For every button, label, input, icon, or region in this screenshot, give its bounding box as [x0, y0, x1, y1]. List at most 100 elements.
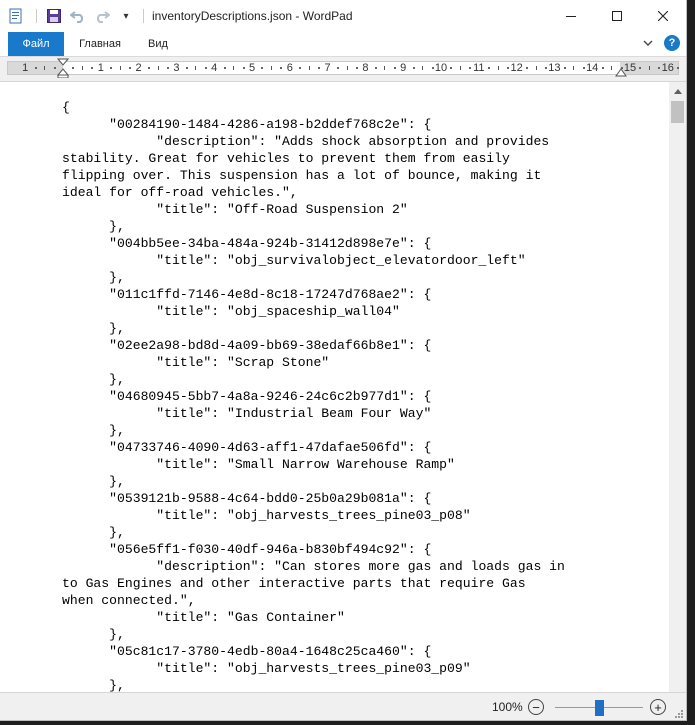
ruler-tick [166, 67, 169, 69]
document-area[interactable]: { "00284190-1484-4286-a198-b2ddef768c2e"… [0, 82, 686, 692]
zoom-slider-thumb[interactable] [594, 700, 604, 716]
document-line: "04733746-4090-4d63-aff1-47dafae506fd": … [62, 440, 432, 455]
document-line: flipping over. This suspension has a lot… [62, 168, 542, 183]
ruler-tick [53, 67, 56, 69]
document-line: "title": "Small Narrow Warehouse Ramp" [62, 457, 455, 472]
ruler-tick [611, 66, 613, 70]
document-line: "05c81c17-3780-4edb-80a4-1648c25ca460": … [62, 644, 432, 659]
first-line-indent-marker[interactable] [57, 58, 69, 78]
ruler-tick [582, 67, 585, 69]
ruler-tick [450, 67, 453, 69]
ruler-label: 10 [434, 62, 448, 74]
document-line: "description": "Can stores more gas and … [62, 559, 565, 574]
ruler-tick [431, 67, 434, 69]
scroll-up-icon [673, 88, 682, 94]
quick-access-toolbar: ▾ [34, 7, 146, 25]
redo-button[interactable] [93, 7, 111, 25]
document-line: "title": "Scrap Stone" [62, 355, 330, 370]
ruler-label: 8 [362, 62, 369, 74]
ruler-tick [110, 67, 113, 69]
document-line: ideal for off-road vehicles.", [62, 185, 298, 200]
ruler-label: 11 [473, 62, 485, 74]
vertical-scrollbar[interactable] [669, 82, 686, 692]
ruler-tick [242, 67, 245, 69]
ruler-tick [195, 66, 197, 70]
document-line: stability. Great for vehicles to prevent… [62, 151, 510, 166]
zoom-level: 100% [492, 700, 523, 714]
ruler-tick [72, 67, 75, 69]
ruler-tick [374, 67, 377, 69]
customize-qat-button[interactable]: ▾ [117, 7, 135, 25]
ribbon-right-controls: ? [642, 35, 680, 51]
document-line: "description": "Adds shock absorption an… [62, 134, 550, 149]
ruler-tick [355, 67, 358, 69]
help-button[interactable]: ? [664, 35, 680, 51]
ruler-tick [488, 67, 491, 69]
wordpad-app-icon[interactable] [8, 8, 24, 24]
desktop-background [687, 0, 695, 725]
resize-grip-icon[interactable] [674, 709, 684, 719]
horizontal-ruler[interactable]: 1 1 2 3 4 5 6 7 8 9 10 11 12 13 14 15 16 [7, 58, 680, 78]
qat-separator [143, 9, 144, 23]
qat-separator [36, 9, 37, 23]
ruler-label: 7 [324, 62, 331, 74]
ruler-label: 1 [22, 62, 29, 74]
ruler-tick [497, 66, 499, 70]
ribbon-collapse-icon[interactable] [642, 37, 654, 49]
ruler-tick [393, 67, 396, 69]
save-button[interactable] [45, 7, 63, 25]
ruler-tick [677, 67, 680, 69]
document-text[interactable]: { "00284190-1484-4286-a198-b2ddef768c2e"… [62, 99, 565, 692]
ruler-tick [81, 66, 83, 70]
ruler-tick [412, 67, 415, 69]
scroll-up-button[interactable] [669, 82, 686, 99]
ruler-tick [119, 66, 121, 70]
window-title: inventoryDescriptions.json - WordPad [152, 9, 353, 23]
tab-home[interactable]: Главная [70, 32, 130, 56]
ruler-tick [280, 67, 283, 69]
scrollbar-thumb[interactable] [671, 101, 684, 123]
ruler-label: 9 [400, 62, 407, 74]
redo-icon [96, 11, 110, 23]
ruler-tick [601, 67, 604, 69]
tab-view[interactable]: Вид [140, 32, 176, 56]
ruler-tick [422, 66, 424, 70]
undo-button[interactable] [69, 7, 87, 25]
document-line: "title": "obj_harvests_trees_pine03_p08" [62, 508, 471, 523]
document-line: }, [62, 423, 125, 438]
right-indent-marker[interactable] [615, 67, 627, 77]
minus-icon: − [532, 699, 540, 715]
document-line: }, [62, 219, 125, 234]
ruler-label: 12 [510, 62, 523, 74]
plus-icon: + [654, 699, 662, 715]
document-line: "title": "obj_harvests_trees_pine03_p09" [62, 661, 471, 676]
document-line: "title": "obj_spaceship_wall04" [62, 304, 400, 319]
ruler-bar: 1 1 2 3 4 5 6 7 8 9 10 11 12 13 14 15 16 [0, 57, 686, 82]
close-button[interactable] [640, 0, 686, 32]
undo-icon [70, 11, 84, 23]
ruler-tick [148, 67, 151, 69]
ruler-tick [346, 66, 348, 70]
document-line: "004bb5ee-34ba-484a-924b-31412d898e7e": … [62, 236, 432, 251]
document-line: when connected.", [62, 593, 196, 608]
ruler-tick [648, 66, 650, 70]
ribbon-tab-bar: Файл Главная Вид ? [0, 32, 686, 57]
ruler-label: 3 [173, 62, 180, 74]
ruler-tick [507, 67, 510, 69]
ruler-tick [299, 67, 302, 69]
zoom-in-button[interactable]: + [650, 699, 666, 715]
ruler-tick [544, 67, 547, 69]
minimize-icon [566, 16, 576, 17]
tab-file[interactable]: Файл [8, 32, 64, 56]
maximize-button[interactable] [594, 0, 640, 32]
document-line: "04680945-5bb7-4a8a-9246-24c6c2b977d1": … [62, 389, 432, 404]
document-line: "0539121b-9588-4c64-bdd0-25b0a29b081a": … [62, 491, 432, 506]
minimize-button[interactable] [548, 0, 594, 32]
ruler-label: 13 [548, 62, 561, 74]
zoom-out-button[interactable]: − [528, 699, 544, 715]
ruler-tick [270, 66, 272, 70]
ruler-tick [318, 67, 321, 69]
document-line: "011c1ffd-7146-4e8d-8c18-17247d768ae2": … [62, 287, 432, 302]
document-line: "02ee2a98-bd8d-4a09-bb69-38edaf66b8e1": … [62, 338, 432, 353]
document-line: }, [62, 474, 125, 489]
